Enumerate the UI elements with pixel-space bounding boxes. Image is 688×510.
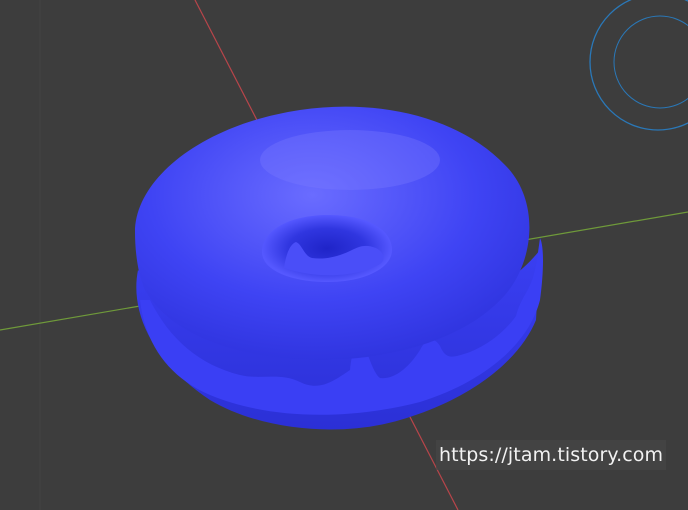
viewport-canvas[interactable] [0,0,688,510]
donut-mesh[interactable] [135,106,543,430]
specular-highlight [260,130,440,190]
3d-viewport[interactable]: https://jtam.tistory.com [0,0,688,510]
watermark-text: https://jtam.tistory.com [436,440,667,470]
navigation-gizmo[interactable] [589,0,688,131]
